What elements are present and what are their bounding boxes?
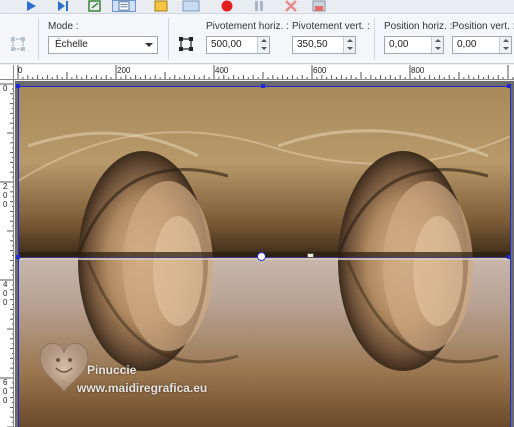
vertical-ruler-ticks xyxy=(0,83,13,427)
panel-icon[interactable] xyxy=(182,0,200,12)
separator xyxy=(374,18,375,60)
selection-handle[interactable] xyxy=(507,84,511,88)
vruler-label: 0 xyxy=(3,84,8,93)
pivot-point-icon[interactable] xyxy=(257,252,266,261)
position-horizontal-field[interactable]: 0,00 xyxy=(384,36,444,54)
vruler-label: 6 xyxy=(3,378,8,387)
watermark-site: www.maidiregrafica.eu xyxy=(77,381,208,395)
selection-handle[interactable] xyxy=(261,84,265,88)
spinner-buttons[interactable] xyxy=(431,37,443,53)
pivot-box-icon[interactable] xyxy=(178,36,194,52)
top-toolbar xyxy=(0,0,514,14)
spinner-buttons[interactable] xyxy=(499,37,511,53)
horizontal-ruler: 0 200 400 600 800 xyxy=(14,65,514,80)
pivot-vertical-value: 350,50 xyxy=(297,39,328,50)
separator xyxy=(168,18,169,60)
grid-toggle-icon[interactable] xyxy=(112,0,136,12)
vruler-label: 4 xyxy=(3,280,8,289)
position-vertical-field[interactable]: 0,00 xyxy=(452,36,512,54)
vruler-label: 0 xyxy=(3,191,8,200)
position-horizontal-value: 0,00 xyxy=(389,39,409,50)
selection-handle[interactable] xyxy=(507,255,511,259)
spinner-buttons[interactable] xyxy=(343,37,355,53)
pivot-horizontal-field[interactable]: 500,00 xyxy=(206,36,270,54)
vertical-ruler: 0 2 0 0 4 0 0 6 0 0 xyxy=(0,80,14,427)
selection-handle[interactable] xyxy=(16,255,20,259)
position-vertical-label: Position vert. : xyxy=(452,21,514,32)
record-icon[interactable] xyxy=(220,0,234,12)
options-bar: Mode : Échelle Pivotement horiz. : 500,0… xyxy=(0,14,514,64)
mode-label: Mode : xyxy=(48,21,79,32)
edit-icon[interactable] xyxy=(88,0,102,12)
pivot-horizontal-value: 500,00 xyxy=(211,39,242,50)
rotation-handle[interactable] xyxy=(307,253,314,258)
ruler-label-200: 200 xyxy=(117,66,131,75)
vruler-label: 0 xyxy=(3,289,8,298)
pause-icon[interactable] xyxy=(252,0,266,12)
selection-handle[interactable] xyxy=(16,84,20,88)
pivot-horizontal-label: Pivotement horiz. : xyxy=(206,21,289,32)
ruler-label-600: 600 xyxy=(313,66,327,75)
pivot-vertical-field[interactable]: 350,50 xyxy=(292,36,356,54)
position-horizontal-label: Position horiz. : xyxy=(384,21,453,32)
watermark-name: Pinuccie xyxy=(87,363,137,377)
play-icon[interactable] xyxy=(24,0,38,12)
transform-tool-icon xyxy=(11,37,25,51)
vruler-label: 0 xyxy=(3,200,8,209)
vruler-label: 0 xyxy=(3,298,8,307)
ruler-label-0: 0 xyxy=(18,66,23,75)
ruler-label-400: 400 xyxy=(215,66,229,75)
separator xyxy=(38,18,39,60)
ruler-corner xyxy=(0,65,14,80)
mode-select[interactable]: Échelle xyxy=(48,36,158,54)
mode-select-value: Échelle xyxy=(55,39,88,50)
canvas-area[interactable]: Pinuccie www.maidiregrafica.eu xyxy=(15,81,514,427)
vruler-label: 0 xyxy=(3,396,8,405)
vruler-label: 2 xyxy=(3,182,8,191)
note-icon[interactable] xyxy=(154,0,168,12)
vruler-label: 0 xyxy=(3,387,8,396)
horizontal-ruler-ticks xyxy=(17,65,514,79)
chevron-down-icon xyxy=(145,43,153,47)
ruler-label-800: 800 xyxy=(411,66,425,75)
step-icon[interactable] xyxy=(56,0,70,12)
save-icon[interactable] xyxy=(312,0,326,12)
pivot-vertical-label: Pivotement vert. : xyxy=(292,21,370,32)
close-icon[interactable] xyxy=(284,0,298,12)
spinner-buttons[interactable] xyxy=(257,37,269,53)
position-vertical-value: 0,00 xyxy=(457,39,477,50)
